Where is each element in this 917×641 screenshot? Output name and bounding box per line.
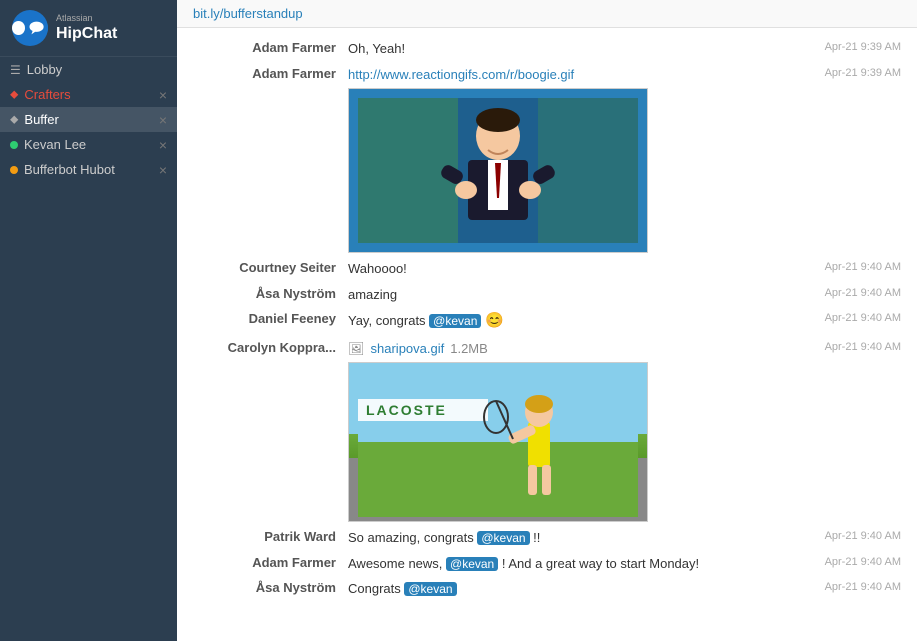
- message-content: Awesome news, @kevan ! And a great way t…: [348, 554, 791, 574]
- emoji-smile: 😊: [485, 312, 504, 329]
- sidebar-item-label: Lobby: [27, 62, 167, 77]
- bufferbot-close-button[interactable]: ×: [159, 163, 167, 177]
- message-sender: Adam Farmer: [193, 39, 348, 55]
- file-size: 1.2MB: [450, 339, 488, 359]
- lobby-icon: ☰: [10, 63, 21, 77]
- svg-text:LACOSTE: LACOSTE: [366, 402, 447, 418]
- sidebar-item-buffer[interactable]: ⬥ Buffer ×: [0, 107, 177, 132]
- bufferbot-label: Bufferbot Hubot: [24, 162, 159, 177]
- table-row: Daniel Feeney Yay, congrats @kevan 😊 Apr…: [177, 307, 917, 336]
- message-time: Apr-21 9:40 AM: [791, 579, 901, 593]
- sidebar: Atlassian HipChat ☰ Lobby ⬥ Crafters × ⬥…: [0, 0, 177, 641]
- message-content: http://www.reactiongifs.com/r/boogie.gif: [348, 65, 791, 254]
- message-time: Apr-21 9:40 AM: [791, 259, 901, 273]
- crafters-close-button[interactable]: ×: [159, 88, 167, 102]
- table-row: Courtney Seiter Wahoooo! Apr-21 9:40 AM: [177, 256, 917, 282]
- message-sender: Åsa Nyström: [193, 579, 348, 595]
- header-link[interactable]: bit.ly/bufferstandup: [193, 6, 303, 21]
- crafters-label: Crafters: [24, 87, 158, 102]
- logo-text: Atlassian HipChat: [56, 13, 117, 43]
- message-time: Apr-21 9:40 AM: [791, 310, 901, 324]
- message-sender: Courtney Seiter: [193, 259, 348, 275]
- kevan-status-icon: [10, 141, 18, 149]
- bufferbot-status-icon: [10, 166, 18, 174]
- message-sender: Adam Farmer: [193, 554, 348, 570]
- message-sender: Åsa Nyström: [193, 285, 348, 301]
- message-time: Apr-21 9:39 AM: [791, 39, 901, 53]
- table-row: Adam Farmer Oh, Yeah! Apr-21 9:39 AM: [177, 36, 917, 62]
- message-content: 🖼 sharipova.gif 1.2MB LACOSTE: [348, 339, 791, 523]
- mention-kevan: @kevan: [404, 582, 456, 596]
- message-sender: Carolyn Koppra...: [193, 339, 348, 355]
- buffer-label: Buffer: [24, 112, 158, 127]
- message-sender: Adam Farmer: [193, 65, 348, 81]
- gif-link[interactable]: http://www.reactiongifs.com/r/boogie.gif: [348, 67, 574, 82]
- table-row: Adam Farmer http://www.reactiongifs.com/…: [177, 62, 917, 257]
- buffer-icon: ⬥: [10, 112, 18, 127]
- message-content: Oh, Yeah!: [348, 39, 791, 59]
- atlassian-label: Atlassian: [56, 13, 117, 24]
- gif-image-maria: LACOSTE: [348, 362, 648, 522]
- logo-area: Atlassian HipChat: [0, 0, 177, 57]
- chat-header: bit.ly/bufferstandup: [177, 0, 917, 28]
- chat-area: bit.ly/bufferstandup Adam Farmer Oh, Yea…: [177, 0, 917, 641]
- hipchat-label: HipChat: [56, 24, 117, 43]
- kevan-label: Kevan Lee: [24, 137, 159, 152]
- sidebar-item-kevan-lee[interactable]: Kevan Lee ×: [0, 132, 177, 157]
- message-sender: Daniel Feeney: [193, 310, 348, 326]
- message-content: amazing: [348, 285, 791, 305]
- table-row: Carolyn Koppra... 🖼 sharipova.gif 1.2MB: [177, 336, 917, 526]
- buffer-close-button[interactable]: ×: [159, 113, 167, 127]
- file-icon: 🖼: [348, 339, 365, 359]
- message-time: Apr-21 9:39 AM: [791, 65, 901, 79]
- crafters-icon: ⬥: [10, 87, 18, 102]
- message-time: Apr-21 9:40 AM: [791, 554, 901, 568]
- table-row: Patrik Ward So amazing, congrats @kevan …: [177, 525, 917, 551]
- message-sender: Patrik Ward: [193, 528, 348, 544]
- chat-messages: Adam Farmer Oh, Yeah! Apr-21 9:39 AM Ada…: [177, 28, 917, 641]
- gif-image-jimmy: [348, 88, 648, 253]
- mention-kevan: @kevan: [477, 531, 529, 545]
- sidebar-item-lobby[interactable]: ☰ Lobby: [0, 57, 177, 82]
- sidebar-item-bufferbot[interactable]: Bufferbot Hubot ×: [0, 157, 177, 182]
- mention-kevan: @kevan: [429, 314, 481, 328]
- message-content: So amazing, congrats @kevan !!: [348, 528, 791, 548]
- table-row: Adam Farmer Awesome news, @kevan ! And a…: [177, 551, 917, 577]
- hipchat-logo-icon: [12, 10, 48, 46]
- table-row: Åsa Nyström amazing Apr-21 9:40 AM: [177, 282, 917, 308]
- file-link[interactable]: sharipova.gif: [371, 339, 445, 359]
- message-content: Wahoooo!: [348, 259, 791, 279]
- message-content: Congrats @kevan: [348, 579, 791, 599]
- message-time: Apr-21 9:40 AM: [791, 528, 901, 542]
- sidebar-item-crafters[interactable]: ⬥ Crafters ×: [0, 82, 177, 107]
- message-time: Apr-21 9:40 AM: [791, 339, 901, 353]
- file-reference: 🖼 sharipova.gif 1.2MB: [348, 339, 791, 359]
- table-row: Åsa Nyström Congrats @kevan Apr-21 9:40 …: [177, 576, 917, 602]
- mention-kevan: @kevan: [446, 557, 498, 571]
- kevan-close-button[interactable]: ×: [159, 138, 167, 152]
- message-time: Apr-21 9:40 AM: [791, 285, 901, 299]
- message-content: Yay, congrats @kevan 😊: [348, 310, 791, 333]
